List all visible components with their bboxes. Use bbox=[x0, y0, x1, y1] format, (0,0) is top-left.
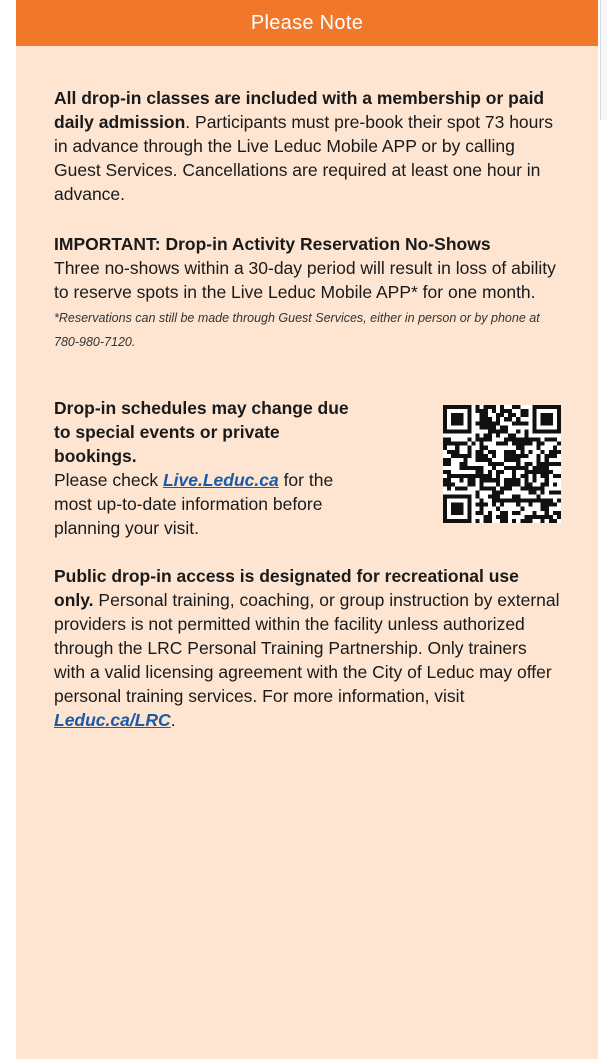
recreational-text-after: . bbox=[170, 710, 176, 730]
no-show-text: Three no-shows within a 30-day period wi… bbox=[54, 258, 556, 302]
schedule-bold: Drop-in schedules may change due to spec… bbox=[54, 398, 349, 466]
qr-code-icon bbox=[443, 405, 561, 523]
no-show-heading: IMPORTANT: Drop-in Activity Reservation … bbox=[54, 234, 491, 254]
schedule-paragraph: Drop-in schedules may change due to spec… bbox=[54, 396, 354, 540]
page-edge-divider bbox=[600, 0, 607, 120]
note-panel: Please Note All drop-in classes are incl… bbox=[16, 0, 598, 1059]
schedule-text-before: Please check bbox=[54, 470, 163, 490]
panel-header: Please Note bbox=[16, 0, 598, 46]
panel-body: All drop-in classes are included with a … bbox=[16, 46, 598, 732]
no-show-note: *Reservations can still be made through … bbox=[54, 311, 540, 349]
leduc-lrc-link[interactable]: Leduc.ca/LRC bbox=[54, 710, 171, 730]
membership-paragraph: All drop-in classes are included with a … bbox=[54, 86, 561, 206]
recreational-paragraph: Public drop-in access is designated for … bbox=[54, 564, 561, 732]
live-leduc-link[interactable]: Live.Leduc.ca bbox=[163, 470, 279, 490]
panel-title: Please Note bbox=[250, 11, 364, 34]
recreational-text: Personal training, coaching, or group in… bbox=[54, 590, 560, 706]
no-show-paragraph: IMPORTANT: Drop-in Activity Reservation … bbox=[54, 232, 561, 352]
schedule-row: Drop-in schedules may change due to spec… bbox=[54, 396, 561, 540]
